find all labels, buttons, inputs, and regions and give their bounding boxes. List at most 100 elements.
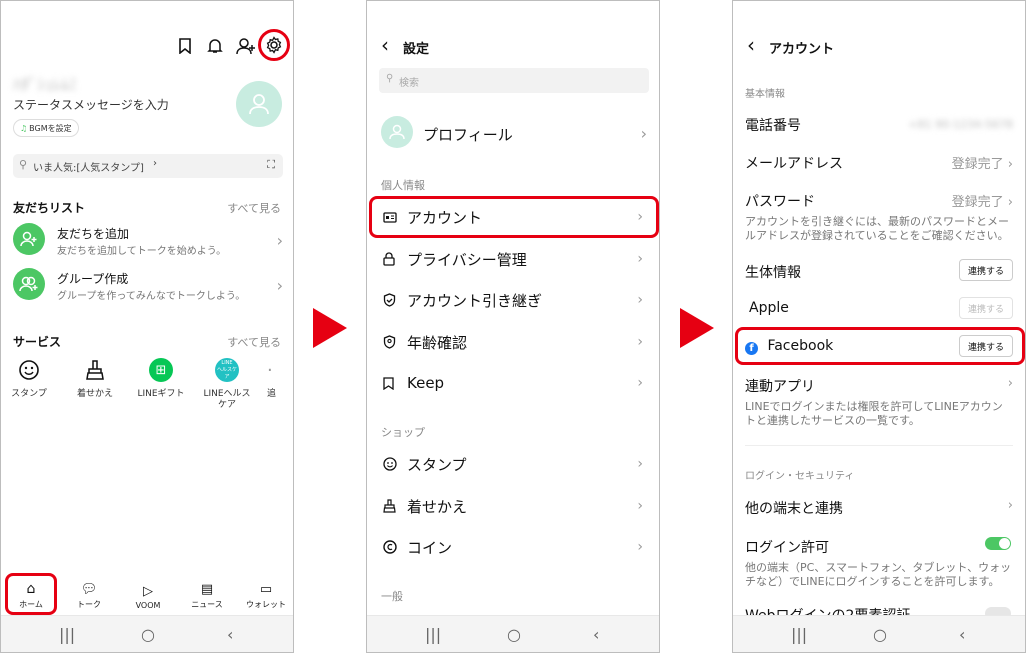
- menu-item-theme[interactable]: 着せかえ ›: [383, 491, 643, 521]
- music-note-icon: ♫: [20, 123, 28, 133]
- back-arrow-icon[interactable]: ‹: [747, 33, 755, 57]
- add-friend-row[interactable]: 友だちを追加 友だちを追加してトークを始めよう。 ›: [13, 223, 283, 257]
- tab-voom[interactable]: ▷ VOOM: [120, 580, 176, 610]
- login-allow-row: ログイン許可 他の端末（PC、スマートフォン、タブレット、ウォッチなど）でLIN…: [745, 537, 1013, 589]
- login-allow-description: 他の端末（PC、スマートフォン、タブレット、ウォッチなど）でLINEにログインす…: [745, 561, 1012, 588]
- chevron-right-icon: ›: [637, 251, 643, 267]
- login-allow-toggle[interactable]: [985, 537, 1011, 550]
- biometric-label: 生体情報: [745, 265, 801, 281]
- service-more[interactable]: · 追: [267, 357, 293, 400]
- step-arrow: [680, 308, 714, 348]
- tab-label: ホーム: [19, 600, 43, 609]
- search-icon: ⚲: [19, 158, 28, 171]
- chevron-right-icon: ›: [1007, 195, 1013, 210]
- search-input[interactable]: ⚲ 検索: [379, 68, 649, 93]
- password-status: 登録完了 ›: [951, 195, 1013, 210]
- menu-item-account[interactable]: アカウント ›: [383, 202, 643, 232]
- service-label: 着せかえ: [76, 389, 113, 399]
- profile-label: プロフィール: [423, 126, 513, 144]
- search-bar[interactable]: ⚲ いま人気:[人気スタンプ] › ⛶: [13, 154, 283, 178]
- back-arrow-icon[interactable]: ‹: [381, 33, 389, 57]
- create-group-title: グループ作成: [57, 272, 129, 286]
- password-row[interactable]: パスワード 登録完了 › アカウントを引き継ぐには、最新のパスワードとメールアド…: [745, 191, 1013, 243]
- facebook-link-button[interactable]: 連携する: [959, 335, 1013, 357]
- tab-talk[interactable]: 💬︎ トーク: [61, 578, 117, 610]
- status-message[interactable]: ステータスメッセージを入力: [13, 96, 169, 113]
- back-icon[interactable]: ‹: [227, 625, 233, 644]
- tab-home[interactable]: ⌂ ホーム: [3, 578, 59, 610]
- back-icon[interactable]: ‹: [959, 625, 965, 644]
- menu-item-transfer[interactable]: アカウント引き継ぎ ›: [383, 285, 643, 315]
- bell-icon[interactable]: [207, 38, 223, 54]
- chevron-right-icon: ›: [637, 456, 643, 472]
- section-header-shop: ショップ: [381, 426, 425, 439]
- person-icon: [389, 124, 405, 140]
- person-add-icon: [20, 231, 37, 247]
- recent-apps-icon[interactable]: |||: [791, 625, 807, 644]
- apple-label: Apple: [749, 300, 789, 316]
- avatar[interactable]: [236, 81, 282, 127]
- chevron-right-icon: ›: [1007, 157, 1013, 172]
- menu-item-privacy[interactable]: プライバシー管理 ›: [383, 244, 643, 274]
- chevron-right-icon: ›: [276, 276, 283, 295]
- service-healthcare[interactable]: LINE ヘルスケア LINEヘルスケア: [201, 357, 253, 411]
- apple-link-button[interactable]: 連携する: [959, 297, 1013, 319]
- android-nav-bar: ||| ○ ‹: [733, 615, 1025, 652]
- brush-icon: [383, 499, 405, 513]
- service-gift[interactable]: ⊞ LINEギフト: [135, 357, 187, 400]
- menu-item-label: コイン: [407, 538, 453, 557]
- services-see-all[interactable]: すべて見る: [227, 334, 281, 350]
- chevron-right-icon: ›: [153, 158, 157, 169]
- gift-icon: ⊞: [149, 358, 173, 382]
- recent-apps-icon[interactable]: |||: [425, 625, 441, 644]
- menu-item-keep[interactable]: Keep ›: [383, 368, 643, 398]
- coin-icon: [383, 540, 405, 554]
- add-friend-icon[interactable]: [236, 37, 256, 55]
- tab-news[interactable]: ▤ ニュース: [179, 578, 235, 610]
- page-title: アカウント: [769, 42, 835, 57]
- tab-wallet[interactable]: ▭ ウォレット: [238, 578, 293, 610]
- chevron-right-icon: ›: [276, 231, 283, 250]
- service-theme[interactable]: 着せかえ: [69, 357, 121, 400]
- tab-label: ニュース: [191, 600, 223, 609]
- chevron-right-icon: ›: [637, 292, 643, 308]
- android-nav-bar: ||| ○ ‹: [367, 615, 659, 652]
- other-devices-row[interactable]: 他の端末と連携 ›: [745, 498, 1013, 518]
- login-allow-label: ログイン許可: [745, 540, 829, 556]
- linked-apps-row[interactable]: 連動アプリ › LINEでログインまたは権限を許可してLINEアカウントと連携し…: [745, 376, 1013, 428]
- menu-item-coin[interactable]: コイン ›: [383, 532, 643, 562]
- create-group-row[interactable]: グループ作成 グループを作ってみんなでトークしよう。 ›: [13, 268, 283, 302]
- chevron-right-icon: ›: [1007, 498, 1013, 513]
- qr-scan-icon[interactable]: ⛶: [267, 158, 275, 172]
- service-label: 追: [267, 389, 277, 399]
- service-stamp[interactable]: スタンプ: [3, 357, 55, 400]
- menu-item-stamp[interactable]: スタンプ ›: [383, 449, 643, 479]
- bgm-button[interactable]: ♫ BGMを設定: [13, 119, 79, 137]
- other-devices-label: 他の端末と連携: [745, 501, 843, 517]
- recent-apps-icon[interactable]: |||: [59, 625, 75, 644]
- user-name: ﾊﾀﾟｼｭﾚﾑﾐ: [13, 75, 78, 94]
- biometric-link-button[interactable]: 連携する: [959, 259, 1013, 281]
- home-circle-icon[interactable]: ○: [873, 625, 887, 644]
- search-text: いま人気:[人気スタンプ]: [33, 163, 144, 174]
- chevron-right-icon: ›: [640, 124, 647, 143]
- phone-row[interactable]: 電話番号 +81 90-1234-5678: [745, 115, 1013, 135]
- section-header-security: ログイン・セキュリティ: [745, 471, 855, 482]
- bookmark-icon[interactable]: [178, 38, 192, 54]
- password-label: パスワード: [745, 194, 815, 210]
- chevron-right-icon: ›: [637, 539, 643, 555]
- badge-icon: [383, 335, 405, 349]
- gear-icon[interactable]: [265, 36, 283, 54]
- email-row[interactable]: メールアドレス 登録完了 ›: [745, 153, 1013, 173]
- home-circle-icon[interactable]: ○: [141, 625, 155, 644]
- bookmark-icon: [383, 376, 405, 390]
- friends-see-all[interactable]: すべて見る: [227, 200, 281, 216]
- create-group-icon-circle: [13, 268, 45, 300]
- menu-item-label: プライバシー管理: [407, 250, 527, 269]
- profile-row[interactable]: プロフィール ›: [381, 116, 647, 150]
- back-icon[interactable]: ‹: [593, 625, 599, 644]
- menu-item-age-verification[interactable]: 年齢確認 ›: [383, 327, 643, 357]
- home-circle-icon[interactable]: ○: [507, 625, 521, 644]
- bgm-label: BGMを設定: [29, 123, 72, 133]
- menu-item-label: 着せかえ: [407, 497, 468, 516]
